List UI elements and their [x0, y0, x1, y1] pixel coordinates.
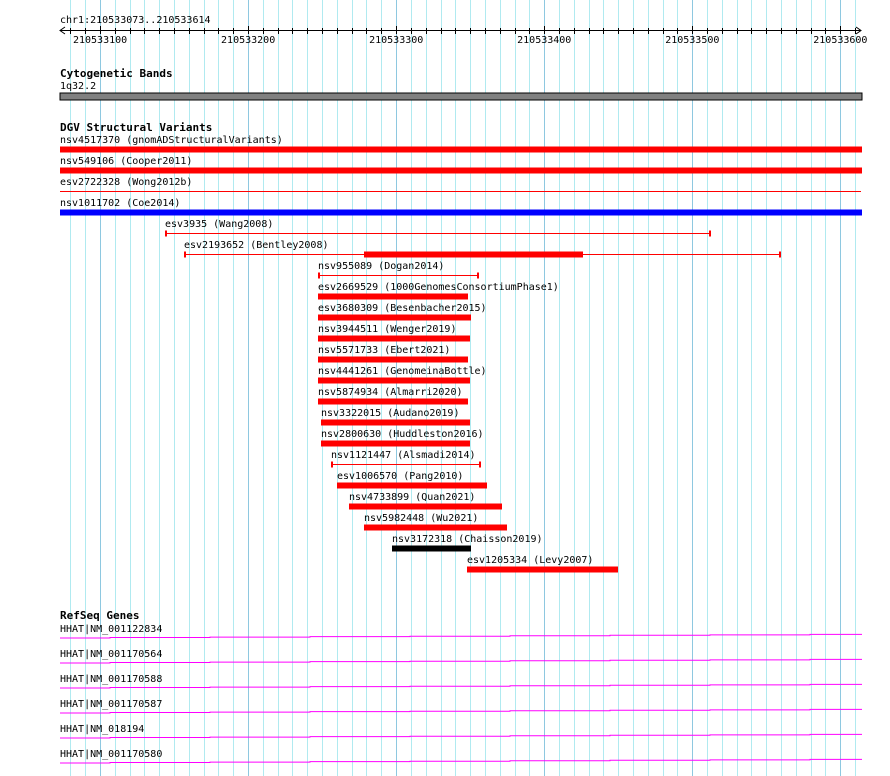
- gene-label[interactable]: HHAT|NM_001170588: [60, 674, 162, 685]
- gene-line: [60, 683, 862, 689]
- sv-feature: [60, 146, 862, 153]
- sv-bar: [349, 503, 502, 510]
- sv-feature: [349, 503, 502, 510]
- sv-feature: [364, 524, 507, 531]
- gene-label[interactable]: HHAT|NM_001170580: [60, 749, 162, 760]
- sv-feature: [60, 167, 862, 174]
- sv-bar: [60, 209, 862, 216]
- gene-label[interactable]: HHAT|NM_001122834: [60, 624, 162, 635]
- sv-bar: [392, 545, 471, 552]
- sv-bar: [321, 440, 470, 447]
- sv-feature-label[interactable]: nsv955089 (Dogan2014): [318, 261, 444, 272]
- sv-cap: [709, 230, 711, 237]
- sv-cap: [479, 461, 481, 468]
- sv-bar: [321, 419, 470, 426]
- sv-feature: [321, 419, 470, 426]
- sv-feature: [392, 545, 471, 552]
- gene-line: [60, 633, 862, 639]
- sv-feature: [318, 356, 468, 363]
- sv-feature: [331, 461, 481, 468]
- sv-feature: [318, 314, 471, 321]
- sv-feature-label[interactable]: esv3680309 (Besenbacher2015): [318, 303, 487, 314]
- sv-feature-label[interactable]: nsv5982448 (Wu2021): [364, 513, 478, 524]
- sv-bar: [364, 251, 583, 258]
- sv-feature: [318, 335, 470, 342]
- sv-feature: [321, 440, 470, 447]
- gene-line: [60, 708, 862, 714]
- sv-feature-label[interactable]: nsv3944511 (Wenger2019): [318, 324, 456, 335]
- sv-feature-label[interactable]: nsv1121447 (Alsmadi2014): [331, 450, 476, 461]
- sv-bar: [318, 398, 468, 405]
- sv-bar: [467, 566, 618, 573]
- sv-cap: [477, 272, 479, 279]
- gene-line: [60, 733, 862, 739]
- cytoband-bar: [59, 92, 863, 101]
- sv-feature-label[interactable]: nsv3322015 (Audano2019): [321, 408, 459, 419]
- sv-feature-label[interactable]: esv3935 (Wang2008): [165, 219, 273, 230]
- sv-feature-label[interactable]: esv1205334 (Levy2007): [467, 555, 593, 566]
- sv-feature: [318, 377, 470, 384]
- sv-feature: [184, 251, 781, 258]
- sv-feature: [318, 293, 468, 300]
- sv-bar: [318, 293, 468, 300]
- gene-line: [60, 658, 862, 664]
- sv-feature-label[interactable]: nsv4733899 (Quan2021): [349, 492, 475, 503]
- sv-bar: [337, 482, 487, 489]
- sv-bar: [364, 524, 507, 531]
- sv-feature: [165, 230, 711, 237]
- sv-feature-label[interactable]: nsv549106 (Cooper2011): [60, 156, 192, 167]
- gene-label[interactable]: HHAT|NM_001170564: [60, 649, 162, 660]
- sv-cap: [331, 461, 333, 468]
- sv-feature: [318, 398, 468, 405]
- sv-feature-label[interactable]: nsv3172318 (Chaisson2019): [392, 534, 543, 545]
- sv-feature-label[interactable]: nsv5571733 (Ebert2021): [318, 345, 450, 356]
- sv-feature: [337, 482, 487, 489]
- gene-line: [60, 758, 862, 764]
- sv-feature: [318, 272, 479, 279]
- sv-feature-label[interactable]: esv1006570 (Pang2010): [337, 471, 463, 482]
- sv-bar: [60, 167, 862, 174]
- sv-feature: [467, 566, 618, 573]
- sv-bar: [318, 335, 470, 342]
- sv-cap: [318, 272, 320, 279]
- sv-feature-label[interactable]: nsv1011702 (Coe2014): [60, 198, 180, 209]
- sv-feature-label[interactable]: nsv5874934 (Almarri2020): [318, 387, 463, 398]
- sv-feature-label[interactable]: esv2193652 (Bentley2008): [184, 240, 329, 251]
- gene-label[interactable]: HHAT|NM_018194: [60, 724, 144, 735]
- sv-feature-label[interactable]: esv2722328 (Wong2012b): [60, 177, 192, 188]
- sv-feature-label[interactable]: nsv4441261 (GenomeinaBottle): [318, 366, 487, 377]
- sv-feature: [60, 209, 862, 216]
- sv-cap: [165, 230, 167, 237]
- sv-bar: [318, 356, 468, 363]
- sv-feature-label[interactable]: nsv2800630 (Huddleston2016): [321, 429, 484, 440]
- sv-bar: [318, 314, 471, 321]
- sv-cap: [184, 251, 186, 258]
- sv-cap: [779, 251, 781, 258]
- sv-feature-label[interactable]: nsv4517370 (gnomADStructuralVariants): [60, 135, 283, 146]
- sv-bar: [318, 377, 470, 384]
- sv-feature-label[interactable]: esv2669529 (1000GenomesConsortiumPhase1): [318, 282, 559, 293]
- gene-label[interactable]: HHAT|NM_001170587: [60, 699, 162, 710]
- sv-bar: [60, 146, 862, 153]
